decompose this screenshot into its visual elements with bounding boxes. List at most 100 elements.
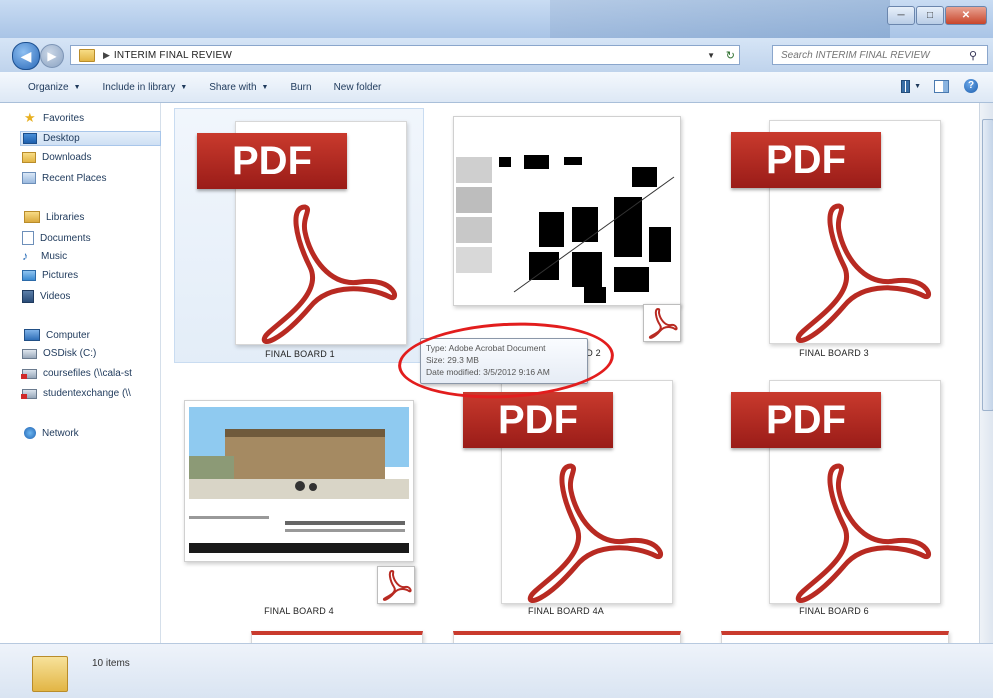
nav-desktop[interactable]: Desktop — [20, 131, 161, 146]
scrollbar-thumb[interactable] — [982, 119, 993, 411]
new-folder-label: New folder — [333, 81, 382, 93]
preview-pane-button[interactable] — [931, 78, 951, 94]
documents-icon — [22, 231, 34, 245]
breadcrumb-current[interactable]: INTERIM FINAL REVIEW — [114, 50, 232, 61]
acrobat-logo-icon — [795, 203, 931, 343]
nav-label: Music — [41, 250, 68, 262]
address-bar[interactable]: ▶ INTERIM FINAL REVIEW ▼ ↻ — [70, 45, 740, 65]
nav-favorites[interactable]: ★ Favorites — [24, 110, 85, 125]
acrobat-logo-icon — [382, 569, 412, 601]
acrobat-logo-icon — [527, 463, 663, 603]
address-dropdown-icon[interactable]: ▼ — [707, 51, 715, 60]
include-in-library-button[interactable]: Include in library ▼ — [103, 82, 188, 93]
file-item[interactable]: FINAL BOARD 4 — [174, 368, 424, 623]
nav-label: Recent Places — [42, 172, 107, 184]
nav-label: Pictures — [42, 270, 79, 281]
search-input[interactable] — [779, 48, 969, 62]
explorer-window: ─ □ ✕ ◀ ▶ ▶ INTERIM FINAL REVIEW ▼ ↻ ⚲ O… — [0, 0, 993, 698]
vertical-scrollbar[interactable] — [979, 103, 993, 643]
nav-network[interactable]: Network — [24, 427, 79, 439]
views-icon — [901, 79, 911, 93]
acrobat-badge-icon — [377, 566, 415, 604]
new-folder-button[interactable]: New folder — [334, 82, 382, 93]
file-item[interactable]: PDF FINAL BOARD 4A — [441, 368, 691, 623]
close-button[interactable]: ✕ — [945, 6, 987, 25]
disconnected-network-drive-icon — [21, 388, 37, 399]
nav-label: coursefiles (\\cala-st — [43, 368, 132, 379]
videos-icon — [22, 290, 34, 303]
file-name: FINAL BOARD 4A — [528, 606, 604, 616]
chevron-down-icon: ▼ — [73, 83, 81, 91]
title-bar[interactable]: ─ □ ✕ — [0, 0, 993, 38]
search-box[interactable]: ⚲ — [772, 45, 988, 65]
file-item[interactable]: PDF FINAL BOARD 1 — [174, 108, 424, 363]
share-with-button[interactable]: Share with ▼ — [209, 82, 268, 93]
nav-label: Libraries — [46, 211, 85, 223]
nav-studentexchange[interactable]: studentexchange (\\ — [21, 388, 131, 399]
recent-places-icon — [22, 172, 36, 184]
file-name: FINAL BOARD 3 — [799, 348, 869, 358]
libraries-icon — [24, 211, 40, 223]
organize-button[interactable]: Organize ▼ — [28, 82, 81, 93]
nav-recent-places[interactable]: Recent Places — [22, 172, 106, 184]
nav-pictures[interactable]: Pictures — [22, 270, 78, 281]
burn-button[interactable]: Burn — [290, 82, 311, 93]
disconnected-network-drive-icon — [21, 368, 37, 379]
nav-music[interactable]: ♪ Music — [22, 250, 67, 262]
nav-computer[interactable]: Computer — [24, 329, 90, 341]
chevron-down-icon: ▼ — [261, 83, 269, 91]
partial-file-icon[interactable] — [251, 631, 423, 643]
site-plan-image — [454, 117, 680, 305]
chevron-down-icon: ▼ — [180, 83, 188, 91]
nav-videos[interactable]: Videos — [22, 290, 70, 303]
network-icon — [24, 427, 36, 439]
pdf-thumbnail-image — [184, 400, 414, 562]
forward-button[interactable]: ▶ — [40, 44, 64, 68]
building-rendering-image — [185, 401, 413, 561]
refresh-icon[interactable]: ↻ — [726, 49, 735, 62]
drive-icon — [22, 348, 37, 359]
breadcrumb-chevron-icon[interactable]: ▶ — [103, 50, 110, 61]
pdf-banner: PDF — [731, 392, 881, 448]
nav-downloads[interactable]: Downloads — [22, 152, 91, 163]
music-icon: ♪ — [22, 249, 28, 263]
item-count: 10 items — [92, 658, 130, 669]
nav-label: Downloads — [42, 152, 92, 163]
nav-label: Videos — [40, 291, 71, 302]
file-item[interactable]: PDF FINAL BOARD 3 — [709, 108, 959, 363]
nav-coursefiles[interactable]: coursefiles (\\cala-st — [21, 368, 132, 379]
background-window-blur — [550, 0, 890, 38]
nav-documents[interactable]: Documents — [22, 231, 91, 245]
pdf-banner: PDF — [463, 392, 613, 448]
preview-pane-icon — [933, 79, 949, 93]
star-icon: ★ — [24, 110, 36, 125]
nav-libraries[interactable]: Libraries — [24, 211, 84, 223]
partial-file-icon[interactable] — [453, 631, 681, 643]
include-label: Include in library — [102, 81, 176, 93]
search-icon[interactable]: ⚲ — [969, 49, 977, 62]
help-button[interactable]: ? — [961, 78, 981, 94]
file-name: FINAL BOARD 4 — [264, 606, 334, 616]
nav-label: Network — [42, 427, 79, 439]
file-name: FINAL BOARD 1 — [265, 349, 335, 359]
organize-label: Organize — [28, 81, 69, 93]
computer-icon — [24, 329, 40, 341]
nav-label: Favorites — [43, 112, 85, 124]
navigation-pane: ★ Favorites Desktop Downloads Recent Plac… — [0, 103, 161, 643]
back-button[interactable]: ◀ — [12, 42, 40, 70]
acrobat-logo-icon — [795, 463, 931, 603]
folder-icon — [79, 48, 95, 62]
maximize-button[interactable]: □ — [916, 6, 944, 25]
chevron-down-icon: ▼ — [914, 82, 921, 90]
nav-osdisk[interactable]: OSDisk (C:) — [22, 348, 96, 359]
address-row: ◀ ▶ ▶ INTERIM FINAL REVIEW ▼ ↻ ⚲ — [0, 38, 993, 72]
partial-file-icon[interactable] — [721, 631, 949, 643]
change-view-button[interactable]: ▼ — [901, 78, 921, 94]
file-item[interactable]: PDF FINAL BOARD 6 — [709, 368, 959, 623]
minimize-button[interactable]: ─ — [887, 6, 915, 25]
command-bar: Organize ▼ Include in library ▼ Share with… — [0, 72, 993, 103]
nav-label: studentexchange (\\ — [43, 388, 131, 399]
pictures-icon — [22, 270, 36, 281]
nav-label: Desktop — [43, 133, 80, 144]
help-icon: ? — [964, 79, 978, 93]
